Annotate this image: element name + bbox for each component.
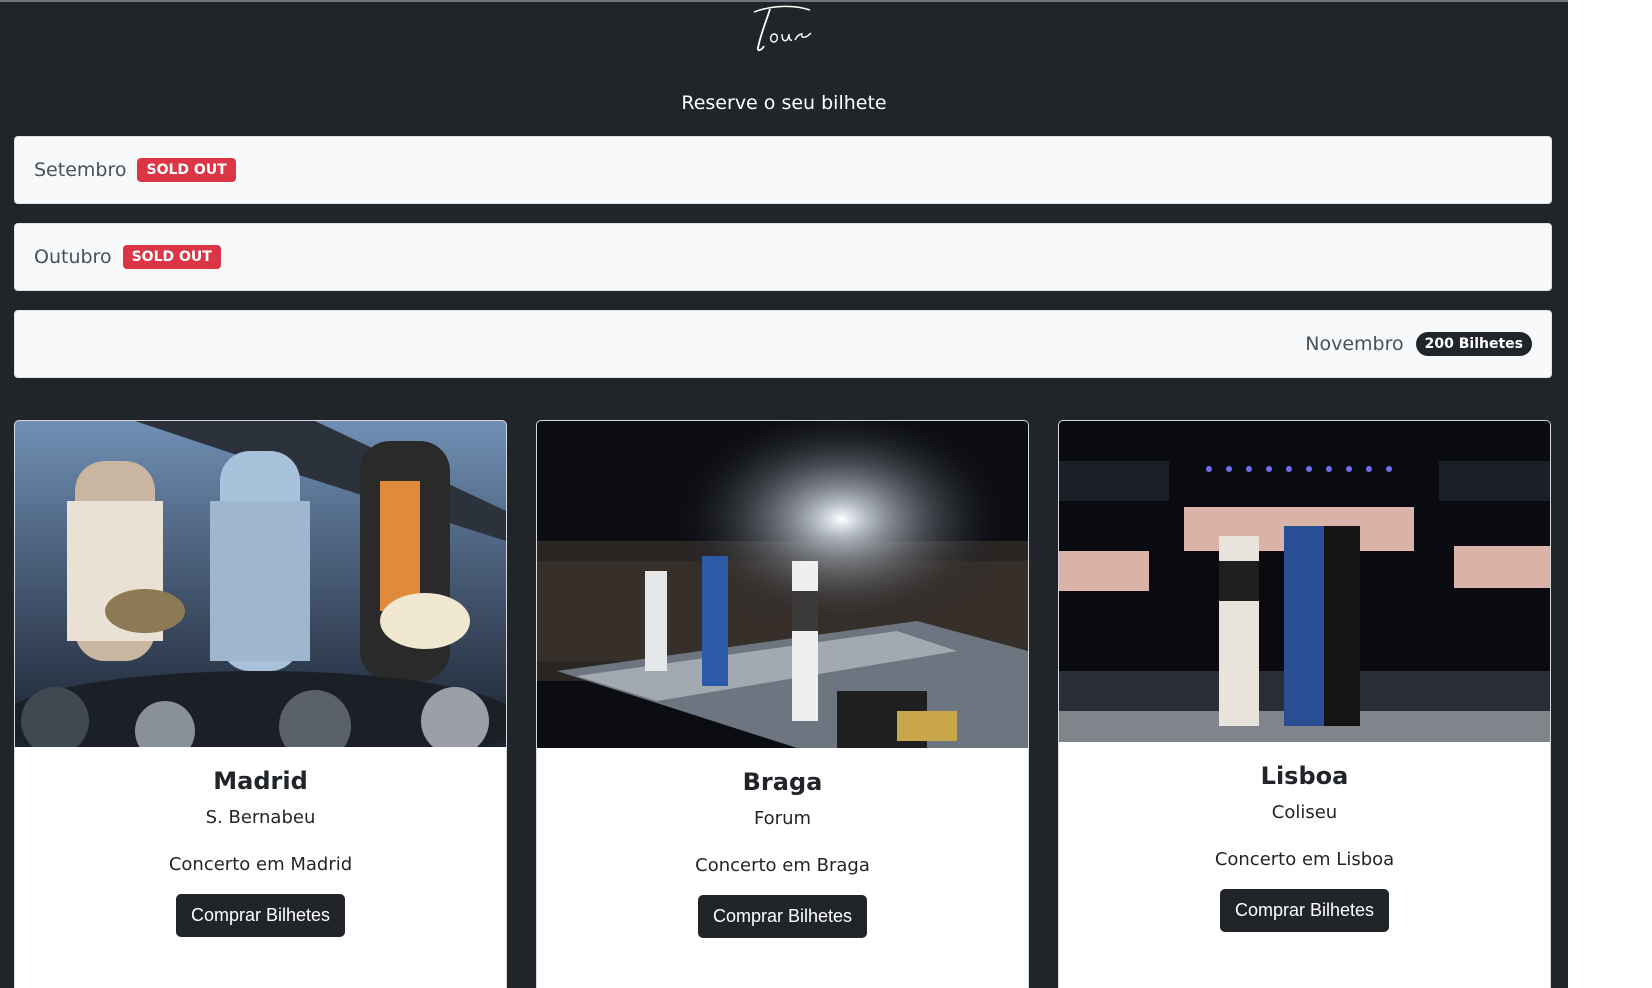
concert-description: Concerto em Madrid [168,854,353,875]
buy-tickets-button[interactable]: Comprar Bilhetes [697,895,868,938]
concert-city: Madrid [213,767,308,795]
concert-photo [537,421,1028,748]
concert-description: Concerto em Lisboa [1214,849,1395,870]
sold-out-badge: SOLD OUT [137,158,236,182]
month-row-setembro[interactable]: Setembro SOLD OUT [14,136,1552,204]
concert-photo [15,421,506,747]
concert-city: Lisboa [1260,762,1349,790]
month-label: Setembro [34,159,127,181]
concert-venue: S. Bernabeu [205,807,316,828]
concert-card-madrid: Madrid S. Bernabeu Concerto em Madrid Co… [14,420,507,988]
concert-city: Braga [742,768,823,796]
concert-card-braga: Braga Forum Concerto em Braga Comprar Bi… [536,420,1029,988]
scrollbar[interactable] [1568,0,1652,988]
concert-photo [1059,421,1550,742]
page: Reserve o seu bilhete Setembro SOLD OUT … [0,0,1568,988]
concert-venue: Coliseu [1271,802,1338,823]
concert-venue: Forum [753,808,812,829]
buy-tickets-button[interactable]: Comprar Bilhetes [1219,889,1390,932]
month-row-novembro[interactable]: Novembro 200 Bilhetes [14,310,1552,378]
month-row-outubro[interactable]: Outubro SOLD OUT [14,223,1552,291]
month-label: Novembro [1305,333,1404,355]
concert-card-lisboa: Lisboa Coliseu Concerto em Lisboa Compra… [1058,420,1551,988]
month-label: Outubro [34,246,112,268]
tickets-available-badge: 200 Bilhetes [1415,332,1532,356]
tour-logo [753,5,812,52]
buy-tickets-button[interactable]: Comprar Bilhetes [175,894,346,937]
concert-description: Concerto em Braga [695,855,870,876]
sold-out-badge: SOLD OUT [122,245,221,269]
page-subtitle: Reserve o seu bilhete [681,92,887,114]
